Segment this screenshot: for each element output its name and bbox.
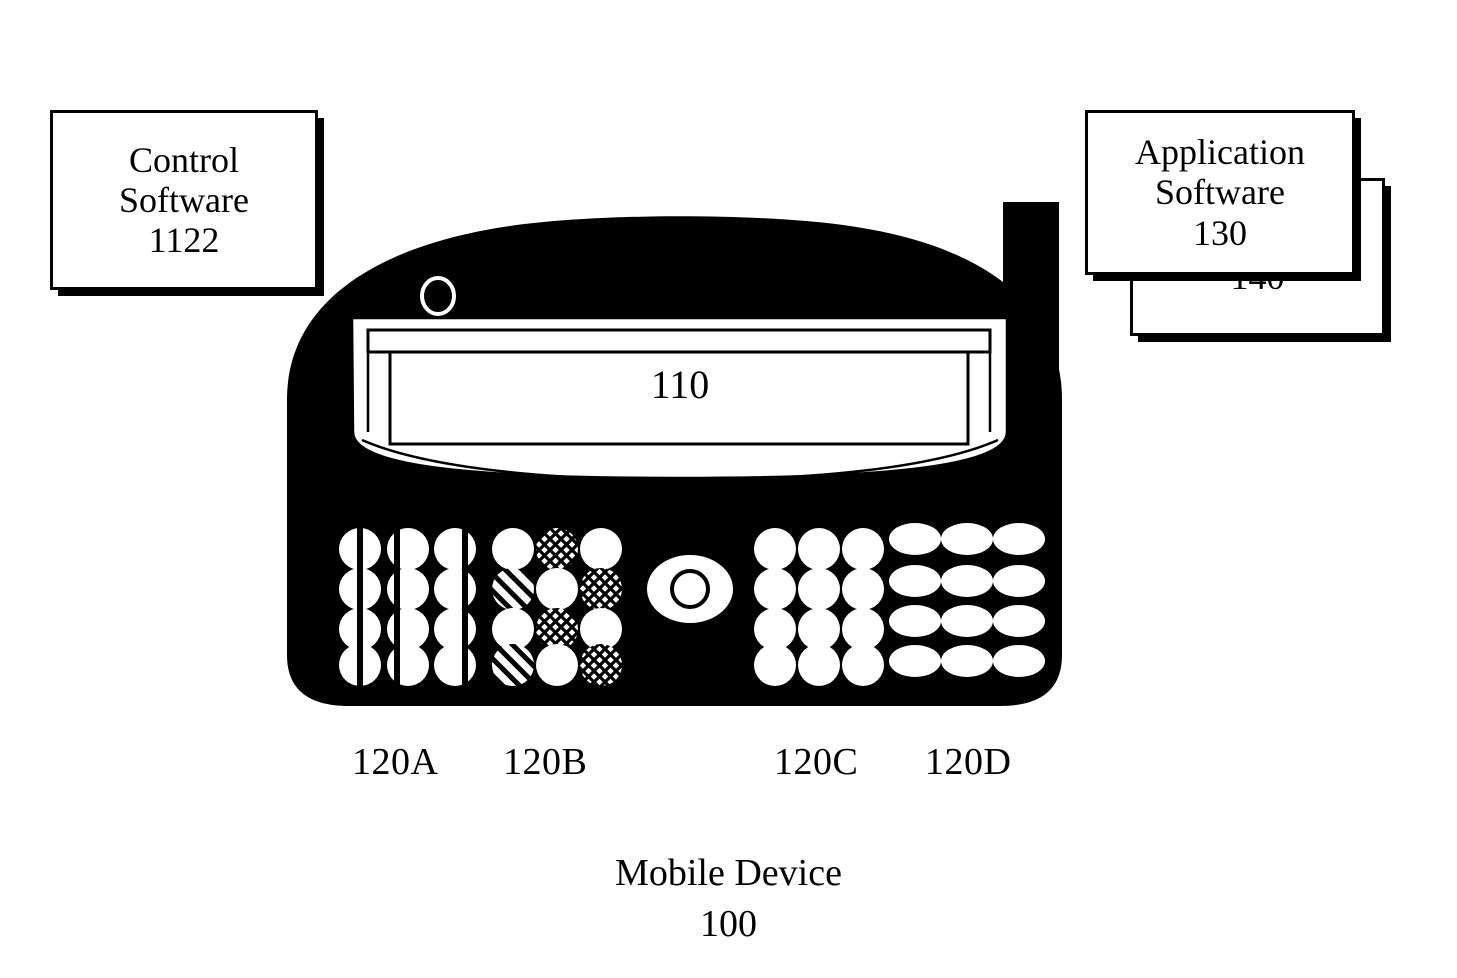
device-body	[287, 216, 1062, 706]
keypad-120b	[492, 528, 622, 686]
antenna-icon	[1003, 202, 1059, 412]
keypad-120a	[339, 526, 476, 688]
display-assembly: 110	[350, 316, 1009, 482]
control-software-line-2: Software	[119, 179, 249, 220]
display-reference-number: 110	[651, 362, 710, 407]
keypad-label-120d: 120D	[925, 741, 1012, 783]
keypad-label-120a: 120A	[352, 741, 439, 783]
keypad-label-120b: 120B	[503, 741, 588, 783]
keypad-120a-col-2	[387, 526, 429, 688]
application-software-number: 130	[1193, 212, 1247, 253]
keypad-label-120c: 120C	[774, 741, 859, 783]
jog-dial-icon	[647, 549, 733, 623]
keypad-120a-col-3	[434, 526, 476, 688]
control-software-line-1: Control	[128, 139, 239, 180]
keypad-120a-col-1	[339, 526, 381, 688]
figure-caption-title: Mobile Device	[615, 852, 842, 894]
control-software-number: 1122	[148, 220, 220, 261]
figure-caption: Mobile Device 100	[0, 848, 1457, 951]
application-software-line-2: Software	[1155, 172, 1285, 213]
figure-caption-number: 100	[700, 903, 757, 946]
patent-figure: 110 Control Software 1122 140 Applicatio…	[0, 0, 1457, 978]
keypad-120d	[889, 523, 1045, 677]
keypad-120c	[754, 528, 884, 686]
application-software-line-1: Application	[1135, 132, 1305, 173]
application-software-box: Application Software 130	[1085, 110, 1355, 275]
control-software-box: Control Software 1122	[50, 110, 318, 290]
earpiece-icon	[420, 276, 456, 316]
